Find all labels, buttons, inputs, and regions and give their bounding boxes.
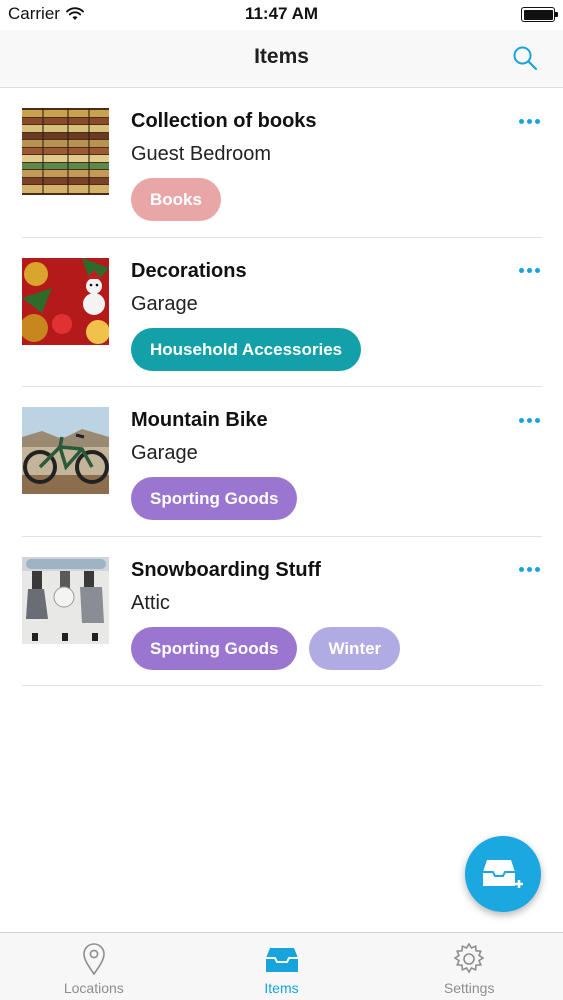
snowboard-photo	[22, 556, 109, 644]
tag-list: Books	[131, 178, 221, 221]
more-dots-icon	[518, 567, 524, 572]
tag-winter[interactable]: Winter	[309, 626, 401, 670]
search-button[interactable]	[509, 42, 541, 74]
battery-icon	[521, 7, 558, 22]
list-item[interactable]: Collection of books Guest Bedroom Books	[22, 88, 542, 238]
item-list: Collection of books Guest Bedroom Books	[0, 88, 563, 686]
status-time: 11:47 AM	[244, 4, 319, 23]
tab-label: Locations	[63, 980, 124, 996]
tag-list: Sporting Goods	[131, 477, 298, 520]
add-item-icon	[483, 860, 523, 888]
tag-list: Sporting Goods Winter	[131, 626, 401, 670]
tab-label: Items	[264, 980, 299, 996]
tab-label: Settings	[443, 980, 495, 996]
item-name: Snowboarding Stuff	[131, 558, 321, 581]
decorations-photo	[22, 257, 109, 345]
bike-photo	[22, 407, 109, 494]
item-name: Mountain Bike	[131, 409, 268, 431]
page-title: Items	[254, 45, 309, 68]
item-name: Collection of books	[131, 110, 317, 132]
tag-books[interactable]: Books	[131, 178, 221, 221]
tab-settings[interactable]: Settings	[375, 933, 563, 1000]
more-options-button[interactable]	[516, 108, 542, 134]
item-location: Attic	[131, 591, 170, 614]
more-options-button[interactable]	[516, 407, 542, 433]
more-options-button[interactable]	[516, 258, 542, 284]
tab-bar: Locations Items Settings	[0, 932, 563, 1000]
search-icon	[513, 46, 538, 71]
tab-locations[interactable]: Locations	[0, 933, 188, 1000]
tag-sporting-goods[interactable]: Sporting Goods	[131, 477, 298, 520]
navigation-bar: Items	[0, 30, 563, 88]
more-options-button[interactable]	[516, 557, 542, 583]
tag-sporting-goods[interactable]: Sporting Goods	[131, 626, 298, 670]
books-photo	[22, 108, 109, 195]
more-dots-icon	[518, 118, 524, 124]
add-item-button[interactable]	[465, 836, 541, 912]
list-item[interactable]: Decorations Garage Household Accessories	[22, 238, 542, 387]
item-location: Garage	[131, 442, 198, 464]
gear-icon	[453, 942, 485, 974]
location-pin-icon	[83, 943, 105, 976]
status-bar: Carrier 11:47 AM	[0, 0, 563, 30]
list-item[interactable]: Mountain Bike Garage Sporting Goods	[22, 387, 542, 537]
more-dots-icon	[518, 417, 524, 423]
more-dots-icon	[518, 268, 524, 273]
list-item[interactable]: Snowboarding Stuff Attic Sporting Goods …	[22, 537, 542, 686]
item-location: Garage	[131, 292, 198, 315]
tag-household-accessories[interactable]: Household Accessories	[131, 327, 362, 371]
item-location: Guest Bedroom	[131, 143, 272, 165]
tag-list: Household Accessories	[131, 327, 362, 371]
tab-items[interactable]: Items	[188, 933, 376, 1000]
inbox-tray-icon	[265, 948, 298, 972]
item-name: Decorations	[131, 259, 247, 282]
